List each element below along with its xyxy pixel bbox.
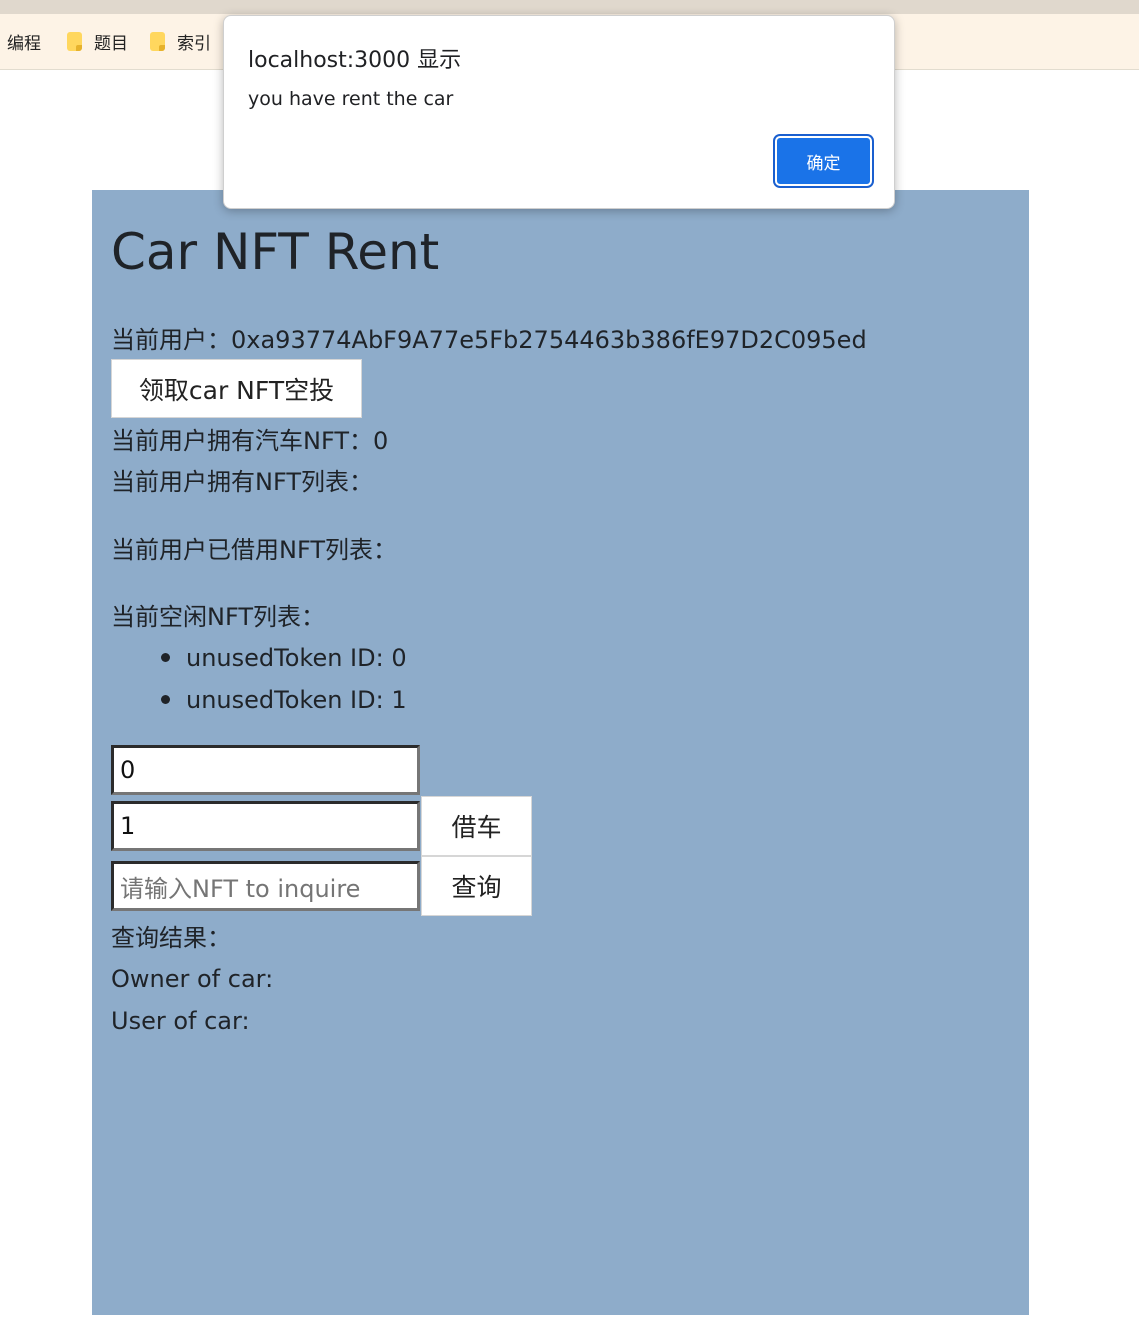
inquire-input-placeholder: 请输入NFT to inquire xyxy=(120,874,361,903)
dialog-message: you have rent the car xyxy=(248,88,454,110)
user-of-car-label: User of car: xyxy=(111,1007,250,1035)
folder-icon xyxy=(67,32,82,51)
alert-dialog: localhost:3000 显示 you have rent the car … xyxy=(223,15,895,209)
folder-icon xyxy=(150,32,165,51)
rent-button[interactable]: 借车 xyxy=(421,796,532,856)
rent-duration-input[interactable]: 1 xyxy=(111,801,420,851)
owned-list-label: 当前用户拥有NFT列表： xyxy=(111,468,373,496)
owned-count-row: 当前用户拥有汽车NFT：0 xyxy=(111,425,388,457)
bookmark-label: 索引 xyxy=(177,34,211,54)
rent-duration-input-value: 1 xyxy=(120,812,136,840)
query-result-label: 查询结果： xyxy=(111,924,231,952)
bookmark-timu[interactable]: 题目 xyxy=(67,29,128,54)
token-id-input[interactable]: 0 xyxy=(111,745,420,795)
list-bullet xyxy=(161,653,170,662)
inquire-input[interactable]: 请输入NFT to inquire xyxy=(111,861,420,911)
list-bullet xyxy=(161,695,170,704)
bookmark-label: 题目 xyxy=(94,34,128,54)
query-button[interactable]: 查询 xyxy=(421,856,532,916)
airdrop-button[interactable]: 领取car NFT空投 xyxy=(111,359,362,418)
bookmark-label: 编程 xyxy=(7,34,41,54)
page-title: Car NFT Rent xyxy=(111,223,440,281)
owned-count-value: 0 xyxy=(373,427,389,455)
current-user-label: 当前用户： xyxy=(111,326,231,354)
list-item: unusedToken ID: 1 xyxy=(186,686,407,714)
current-user-address: 0xa93774AbF9A77e5Fb2754463b386fE97D2C095… xyxy=(231,326,867,354)
owner-of-car-label: Owner of car: xyxy=(111,965,274,993)
app-panel: Car NFT Rent 当前用户：0xa93774AbF9A77e5Fb275… xyxy=(92,190,1029,1315)
owned-count-label: 当前用户拥有汽车NFT： xyxy=(111,427,373,455)
dialog-ok-button[interactable]: 确定 xyxy=(775,136,872,186)
bookmark-biancheng[interactable]: 编程 xyxy=(7,29,41,54)
browser-top-strip xyxy=(0,0,1139,14)
borrowed-list-label: 当前用户已借用NFT列表： xyxy=(111,536,397,564)
token-id-input-value: 0 xyxy=(120,756,136,784)
dialog-title: localhost:3000 显示 xyxy=(248,48,462,73)
current-user-row: 当前用户：0xa93774AbF9A77e5Fb2754463b386fE97D… xyxy=(111,324,867,356)
bookmark-suoyin[interactable]: 索引 xyxy=(150,29,211,54)
list-item: unusedToken ID: 0 xyxy=(186,644,407,672)
unused-list-label: 当前空闲NFT列表： xyxy=(111,603,325,631)
